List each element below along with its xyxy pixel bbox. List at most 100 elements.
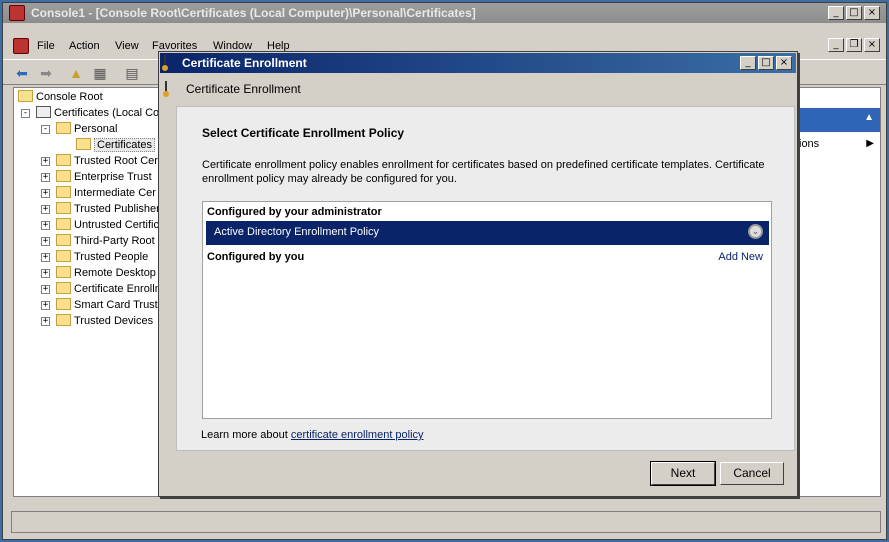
folder-icon	[56, 186, 71, 198]
minimize-icon[interactable]: _	[828, 6, 844, 20]
tree-node-store[interactable]: Smart Card Truste	[56, 297, 163, 313]
certificate-icon	[165, 81, 167, 95]
certificate-snapin-icon	[36, 106, 51, 118]
policy-name: Active Directory Enrollment Policy	[214, 226, 380, 238]
policy-list: Configured by your administrator Active …	[202, 201, 772, 419]
expand-icon[interactable]: +	[41, 205, 50, 214]
show-hide-tree-icon[interactable]: ▦	[91, 64, 109, 82]
folder-icon	[56, 122, 71, 134]
tree-label: Certificates	[94, 138, 156, 152]
section-title: Select Certificate Enrollment Policy	[202, 126, 405, 140]
learn-more-line: Learn more about certificate enrollment …	[201, 429, 424, 441]
collapse-icon[interactable]: -	[41, 125, 50, 134]
tree-node-store[interactable]: Trusted Publisher	[56, 201, 160, 217]
next-button[interactable]: Next	[650, 461, 716, 486]
folder-icon	[56, 298, 71, 310]
tree-node-store[interactable]: Trusted People	[56, 249, 148, 265]
expand-icon[interactable]: +	[41, 317, 50, 326]
dialog-header: Certificate Enrollment	[160, 74, 796, 104]
tree-node-console-root[interactable]: Console Root	[18, 89, 103, 105]
expand-icon[interactable]: +	[41, 301, 50, 310]
dialog-close-icon[interactable]: ×	[776, 56, 792, 70]
mmc-caption-buttons: _ □ ×	[828, 6, 880, 20]
collapse-icon[interactable]: -	[21, 109, 30, 118]
submenu-arrow-icon[interactable]: ▶	[866, 138, 874, 149]
more-actions[interactable]: ions	[799, 138, 819, 150]
child-minimize-icon[interactable]: _	[828, 38, 844, 52]
certificate-enrollment-dialog: Certificate Enrollment _ □ × Certificate…	[158, 51, 798, 497]
certificate-icon	[164, 55, 166, 69]
dialog-caption-buttons: _ □ ×	[740, 56, 792, 70]
tree-label: Smart Card Truste	[74, 299, 163, 311]
expand-icon[interactable]: +	[41, 269, 50, 278]
expand-icon[interactable]: +	[41, 253, 50, 262]
content-panel: Select Certificate Enrollment Policy Cer…	[176, 106, 795, 451]
folder-icon	[56, 218, 71, 230]
tree-node-store[interactable]: Enterprise Trust	[56, 169, 152, 185]
tree-node-store[interactable]: Intermediate Cer	[56, 185, 156, 201]
dialog-title-bar: Certificate Enrollment _ □ ×	[160, 53, 796, 73]
folder-icon	[56, 250, 71, 262]
tree-label: Third-Party Root	[74, 235, 155, 247]
folder-icon	[56, 202, 71, 214]
add-new-link[interactable]: Add New	[718, 251, 763, 263]
console-tree: Console Root - Certificates (Local Co - …	[13, 87, 163, 497]
tree-node-store[interactable]: Certificate Enrolln	[56, 281, 161, 297]
expand-icon[interactable]: +	[41, 285, 50, 294]
folder-icon	[56, 282, 71, 294]
tree-label: Certificate Enrolln	[74, 283, 161, 295]
child-restore-icon[interactable]: ❐	[846, 38, 862, 52]
up-folder-icon[interactable]: ▲	[67, 64, 85, 82]
menu-view[interactable]: View	[115, 40, 139, 52]
tree-label: Personal	[74, 123, 118, 135]
tree-node-store[interactable]: Remote Desktop	[56, 265, 156, 281]
group-you-header: Configured by you	[207, 251, 305, 263]
policy-row-active-directory[interactable]: Active Directory Enrollment Policy ⌄	[206, 221, 769, 245]
tree-label: Untrusted Certific	[74, 219, 159, 231]
folder-icon	[56, 314, 71, 326]
tree-label: Trusted Publisher	[74, 203, 160, 215]
tree-label: Trusted Devices	[74, 315, 154, 327]
folder-icon	[76, 138, 91, 150]
back-arrow-icon[interactable]: ⬅	[13, 64, 31, 82]
expand-icon[interactable]: +	[41, 189, 50, 198]
folder-icon	[56, 170, 71, 182]
close-icon[interactable]: ×	[864, 6, 880, 20]
tree-node-store[interactable]: Third-Party Root	[56, 233, 155, 249]
menu-action[interactable]: Action	[69, 40, 100, 52]
dialog-title: Certificate Enrollment	[182, 56, 307, 70]
forward-arrow-icon[interactable]: ➡	[37, 64, 55, 82]
menu-file[interactable]: File	[37, 40, 55, 52]
mmc-title-bar: Console1 - [Console Root\Certificates (L…	[3, 3, 886, 23]
learn-more-prefix: Learn more about	[201, 429, 291, 441]
collapse-up-icon[interactable]: ▲	[864, 112, 874, 123]
expand-icon[interactable]: +	[41, 173, 50, 182]
tree-node-personal[interactable]: Personal	[56, 121, 117, 137]
tree-node-certificates-local[interactable]: Certificates (Local Co	[36, 105, 159, 121]
expand-icon[interactable]: +	[41, 157, 50, 166]
child-close-icon[interactable]: ×	[864, 38, 880, 52]
tree-label: Remote Desktop	[74, 267, 156, 279]
description-text: Certificate enrollment policy enables en…	[202, 159, 765, 185]
tree-node-store[interactable]: Untrusted Certific	[56, 217, 159, 233]
folder-icon	[56, 266, 71, 278]
tree-node-store[interactable]: Trusted Root Cer	[56, 153, 158, 169]
tree-label: Trusted Root Cer	[74, 155, 158, 167]
expand-icon[interactable]: +	[41, 237, 50, 246]
tree-node-personal-certificates[interactable]: Certificates	[76, 137, 156, 153]
dialog-maximize-icon[interactable]: □	[758, 56, 774, 70]
tree-label: Intermediate Cer	[74, 187, 156, 199]
tree-label: Enterprise Trust	[74, 171, 152, 183]
expand-details-icon[interactable]: ⌄	[748, 224, 763, 239]
status-bar	[11, 511, 881, 533]
enrollment-policy-link[interactable]: certificate enrollment policy	[291, 429, 424, 441]
maximize-icon[interactable]: □	[846, 6, 862, 20]
tree-node-store[interactable]: Trusted Devices	[56, 313, 153, 329]
folder-icon	[56, 234, 71, 246]
dialog-minimize-icon[interactable]: _	[740, 56, 756, 70]
tree-label: Console Root	[36, 91, 103, 103]
expand-icon[interactable]: +	[41, 221, 50, 230]
properties-icon[interactable]: ▤	[123, 64, 141, 82]
child-caption-buttons: _ ❐ ×	[828, 38, 880, 52]
cancel-button[interactable]: Cancel	[720, 462, 784, 485]
